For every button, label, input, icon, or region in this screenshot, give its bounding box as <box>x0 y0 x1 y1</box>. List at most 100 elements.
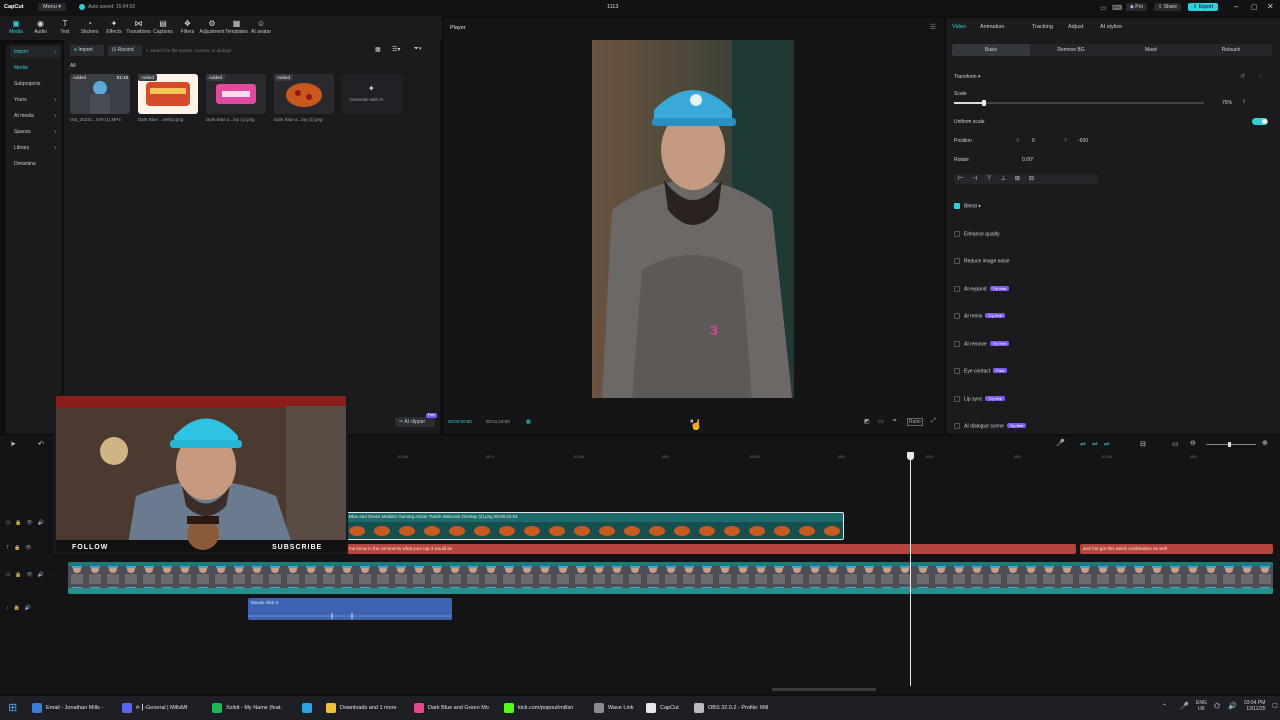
noise-checkbox[interactable] <box>954 258 960 264</box>
windows-start-icon[interactable]: ⊞ <box>8 701 17 714</box>
undo-icon[interactable]: ↶ <box>38 440 44 448</box>
track-controls-audio[interactable]: ♪🔒🔊 <box>6 605 36 611</box>
position-y-input[interactable]: -600 <box>1078 138 1088 144</box>
subtab-remove-bg[interactable]: Remove BG <box>1032 44 1110 56</box>
taskbar-app[interactable]: Email - Jonathan Mills - <box>32 702 103 714</box>
zoom-slider-handle[interactable] <box>1228 442 1231 447</box>
time-ruler[interactable]: 00:40 |00:f 00:40 |00f 00:50 |00f 00:0 |00f 01:0… <box>350 454 1280 462</box>
ai-clipper-button[interactable]: ✂ AI clipper Free <box>395 413 437 427</box>
fullscreen-icon[interactable]: ⤢ <box>931 418 936 425</box>
lip-checkbox[interactable] <box>954 396 960 402</box>
timeline-settings-icon[interactable]: ▭ <box>1172 440 1179 448</box>
ai-dialogue-row[interactable]: AI dialogue scene Try free <box>954 423 1027 429</box>
playhead[interactable] <box>907 452 914 686</box>
ai-remove-row[interactable]: AI remove Try free <box>954 341 1010 347</box>
audio-clip[interactable]: Mouse click 4 <box>248 598 452 620</box>
media-thumbnail-video[interactable]: Added 01:18 <box>70 74 130 114</box>
taskbar-app[interactable]: CapCut <box>646 702 679 714</box>
tool-ai-avatar[interactable]: ☺ AI avatar <box>248 19 274 35</box>
taskbar-app[interactable]: Xzibit - My Name (feat. <box>212 702 282 714</box>
media-search[interactable]: ⌕ Search for file names, scenes, or dial… <box>146 45 366 56</box>
timeline-scrollbar[interactable] <box>772 688 876 691</box>
generate-with-ai-tile[interactable]: ✦ Generate with AI <box>342 74 402 114</box>
mic-icon[interactable]: 🎤 <box>1056 439 1065 447</box>
track-controls-overlay[interactable]: ⊡🔒👁🔊 <box>6 520 49 526</box>
subtab-retouch[interactable]: Retouch <box>1192 44 1270 56</box>
zoom-in-icon[interactable]: ⊕ <box>1262 439 1268 447</box>
volume-icon[interactable]: 🔊 <box>1228 702 1237 710</box>
scale-slider-handle[interactable] <box>982 100 986 106</box>
rotate-input[interactable]: 0.00° <box>1022 157 1034 163</box>
tool-effects[interactable]: ✦ Effects <box>101 19 127 35</box>
nav-ai-media[interactable]: AI media › <box>10 110 60 122</box>
tab-animation[interactable]: Animation <box>980 24 1004 30</box>
subtab-mask[interactable]: Mask <box>1112 44 1190 56</box>
nav-library[interactable]: Library › <box>10 142 60 154</box>
tab-adjust[interactable]: Adjust <box>1068 24 1083 30</box>
grid-view-icon[interactable]: ▦ <box>375 46 381 53</box>
track-controls-main[interactable]: ⊡🔒👁🔊⋯ <box>6 572 59 578</box>
tool-adjustment[interactable]: ⚙ Adjustment <box>199 19 225 35</box>
preview-canvas[interactable]: 3 <box>592 40 794 398</box>
clock[interactable]: 03:04 PM 13/11/25 <box>1244 700 1265 712</box>
lip-sync-row[interactable]: Lip sync Try free <box>954 396 1005 402</box>
taskbar-app[interactable] <box>302 702 316 714</box>
media-thumbnail-overlay-1[interactable]: Added <box>138 74 198 114</box>
select-tool-icon[interactable]: ➤ <box>10 440 16 448</box>
tool-templates[interactable]: ▦ Templates <box>224 19 250 35</box>
nav-dreamina[interactable]: Dreamina <box>10 158 60 170</box>
ratio-button[interactable]: Ratio <box>907 418 923 426</box>
nav-media[interactable]: Media <box>10 62 60 74</box>
quality-icon[interactable]: ▭ <box>878 418 884 425</box>
language-indicator[interactable]: ENG UK <box>1196 700 1207 712</box>
transform-section[interactable]: Transform ▾ <box>954 74 981 80</box>
maximize-icon[interactable]: ▢ <box>1251 3 1258 11</box>
remove-checkbox[interactable] <box>954 341 960 347</box>
keyframe-icon[interactable]: ◇ <box>1258 73 1263 80</box>
sort-icon[interactable]: ☰▾ <box>392 46 400 53</box>
close-icon[interactable]: ✕ <box>1267 2 1274 11</box>
nav-spaces[interactable]: Spaces › <box>10 126 60 138</box>
tool-media[interactable]: ▣ Media <box>3 19 29 35</box>
notification-icon[interactable]: ▢ <box>1272 702 1278 709</box>
zoom-fit-icon[interactable]: ⊟ <box>1140 440 1146 448</box>
zoom-out-icon[interactable]: ⊖ <box>1190 439 1196 447</box>
taskbar-app[interactable]: #-┃-General | MillsMf <box>122 702 187 714</box>
tab-video[interactable]: Video <box>952 24 966 30</box>
position-x-input[interactable]: 0 <box>1032 138 1035 144</box>
tool-text[interactable]: T Text <box>52 19 78 35</box>
tab-ai-stylize[interactable]: AI stylize <box>1100 24 1122 30</box>
expand-checkbox[interactable] <box>954 286 960 292</box>
enhance-checkbox[interactable] <box>954 231 960 237</box>
caption-clip-2[interactable]: and I've got this weird combination as w… <box>1080 544 1273 554</box>
media-thumbnail-overlay-3[interactable]: Added <box>274 74 334 114</box>
tool-transitions[interactable]: ⋈ Transitions <box>126 19 152 35</box>
overlay-clip[interactable]: Blue and Green Modern Gaming Action Twit… <box>346 512 844 540</box>
taskbar-app[interactable]: OBS 32.0.2 - Profile: Mill <box>694 702 768 714</box>
subtab-basic[interactable]: Basic <box>952 44 1030 56</box>
tray-chevron-icon[interactable]: ⌃ <box>1162 703 1167 710</box>
uniform-scale-toggle[interactable] <box>1252 118 1268 125</box>
layout-icon[interactable]: ▭ <box>1100 4 1107 12</box>
crop-icon[interactable]: ⌗ <box>893 418 896 425</box>
tray-mic-icon[interactable]: 🎤 <box>1180 702 1189 710</box>
network-icon[interactable]: ⌬ <box>1214 702 1220 710</box>
enhance-quality-row[interactable]: Enhance quality <box>954 231 1000 237</box>
pro-button[interactable]: ◆ Pro <box>1126 3 1148 11</box>
dialogue-checkbox[interactable] <box>954 423 960 429</box>
playhead-handle[interactable] <box>907 452 914 460</box>
scale-slider[interactable] <box>954 100 1204 106</box>
taskbar-app[interactable]: Dark Blue and Green Mo <box>414 702 489 714</box>
panel-menu-icon[interactable]: ☰ <box>930 23 936 31</box>
shortcut-icon[interactable]: ⌨ <box>1112 4 1122 12</box>
remix-checkbox[interactable] <box>954 313 960 319</box>
tool-captions[interactable]: ▤ Captions <box>150 19 176 35</box>
media-thumbnail-overlay-2[interactable]: Added <box>206 74 266 114</box>
taskbar-app[interactable]: Wave Link <box>594 702 633 714</box>
filter-icon[interactable]: ⏷▾ <box>414 46 422 53</box>
blend-section[interactable]: Blend ▾ <box>954 203 981 209</box>
eye-checkbox[interactable] <box>954 368 960 374</box>
share-button[interactable]: ⇪ Share <box>1154 3 1181 11</box>
taskbar-app[interactable]: Downloads and 1 more <box>326 702 397 714</box>
tool-audio[interactable]: ◉ Audio <box>28 19 54 35</box>
